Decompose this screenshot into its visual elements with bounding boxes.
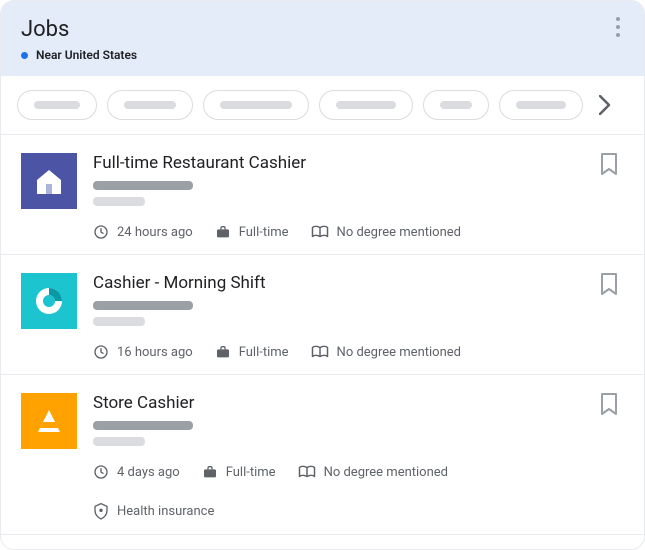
job-listing[interactable]: Store Cashier 4 days ago Full-time No de…	[1, 375, 644, 535]
book-icon	[311, 224, 329, 240]
posted-time: 24 hours ago	[93, 224, 193, 240]
bookmark-button[interactable]	[600, 273, 624, 297]
degree-requirement: No degree mentioned	[311, 344, 461, 360]
location-placeholder	[93, 437, 145, 446]
posted-time-text: 16 hours ago	[117, 345, 193, 360]
filter-chip[interactable]	[203, 90, 309, 120]
posted-time: 16 hours ago	[93, 344, 193, 360]
company-logo	[21, 273, 77, 329]
location-row: Near United States	[21, 48, 624, 62]
bookmark-icon	[600, 153, 618, 175]
employment-type: Full-time	[202, 464, 276, 480]
bookmark-icon	[600, 273, 618, 295]
location-dot-icon	[21, 52, 28, 59]
book-icon	[311, 344, 329, 360]
chevron-right-icon	[599, 95, 611, 115]
scroll-right-button[interactable]	[593, 93, 617, 117]
book-icon	[298, 464, 316, 480]
job-meta: 16 hours ago Full-time No degree mention…	[93, 344, 584, 360]
company-placeholder	[93, 181, 193, 190]
shield-icon	[93, 502, 109, 520]
job-title: Store Cashier	[93, 393, 584, 413]
more-jobs-link[interactable]: 100+ more jobs	[1, 535, 644, 550]
benefit-text: Health insurance	[117, 504, 214, 519]
listing-body: Full-time Restaurant Cashier 24 hours ag…	[93, 153, 584, 240]
degree-requirement: No degree mentioned	[311, 224, 461, 240]
clock-icon	[93, 224, 109, 240]
more-options-button[interactable]	[608, 17, 628, 37]
job-listing[interactable]: Cashier - Morning Shift 16 hours ago Ful…	[1, 255, 644, 375]
filter-chip[interactable]	[319, 90, 413, 120]
company-logo	[21, 393, 77, 449]
job-title: Full-time Restaurant Cashier	[93, 153, 584, 173]
filter-chip[interactable]	[107, 90, 193, 120]
pyramid-icon	[32, 404, 66, 438]
job-title: Cashier - Morning Shift	[93, 273, 584, 293]
briefcase-icon	[215, 344, 231, 360]
posted-time-text: 24 hours ago	[117, 225, 193, 240]
degree-requirement: No degree mentioned	[298, 464, 448, 480]
briefcase-icon	[202, 464, 218, 480]
employment-type: Full-time	[215, 344, 289, 360]
filter-chip[interactable]	[499, 90, 583, 120]
location-text: Near United States	[36, 48, 137, 62]
employment-type-text: Full-time	[239, 225, 289, 240]
clock-icon	[93, 344, 109, 360]
degree-requirement-text: No degree mentioned	[324, 465, 448, 480]
job-listing[interactable]: Full-time Restaurant Cashier 24 hours ag…	[1, 135, 644, 255]
listing-body: Store Cashier 4 days ago Full-time No de…	[93, 393, 584, 520]
location-placeholder	[93, 317, 145, 326]
posted-time: 4 days ago	[93, 464, 180, 480]
degree-requirement-text: No degree mentioned	[337, 225, 461, 240]
benefit: Health insurance	[93, 502, 214, 520]
donut-icon	[32, 284, 66, 318]
bookmark-button[interactable]	[600, 153, 624, 177]
job-meta: 24 hours ago Full-time No degree mention…	[93, 224, 584, 240]
bookmark-icon	[600, 393, 618, 415]
job-meta: 4 days ago Full-time No degree mentioned…	[93, 464, 584, 520]
filter-chip[interactable]	[17, 90, 97, 120]
clock-icon	[93, 464, 109, 480]
company-logo	[21, 153, 77, 209]
employment-type-text: Full-time	[239, 345, 289, 360]
bookmark-button[interactable]	[600, 393, 624, 417]
employment-type-text: Full-time	[226, 465, 276, 480]
degree-requirement-text: No degree mentioned	[337, 345, 461, 360]
location-placeholder	[93, 197, 145, 206]
filter-chip[interactable]	[423, 90, 489, 120]
employment-type: Full-time	[215, 224, 289, 240]
jobs-card: Jobs Near United States Full-time Restau…	[0, 0, 645, 550]
filter-row	[1, 76, 644, 135]
company-placeholder	[93, 421, 193, 430]
house-icon	[34, 166, 64, 196]
card-header: Jobs Near United States	[1, 1, 644, 76]
briefcase-icon	[215, 224, 231, 240]
posted-time-text: 4 days ago	[117, 465, 180, 480]
card-title: Jobs	[21, 17, 624, 42]
company-placeholder	[93, 301, 193, 310]
listing-body: Cashier - Morning Shift 16 hours ago Ful…	[93, 273, 584, 360]
